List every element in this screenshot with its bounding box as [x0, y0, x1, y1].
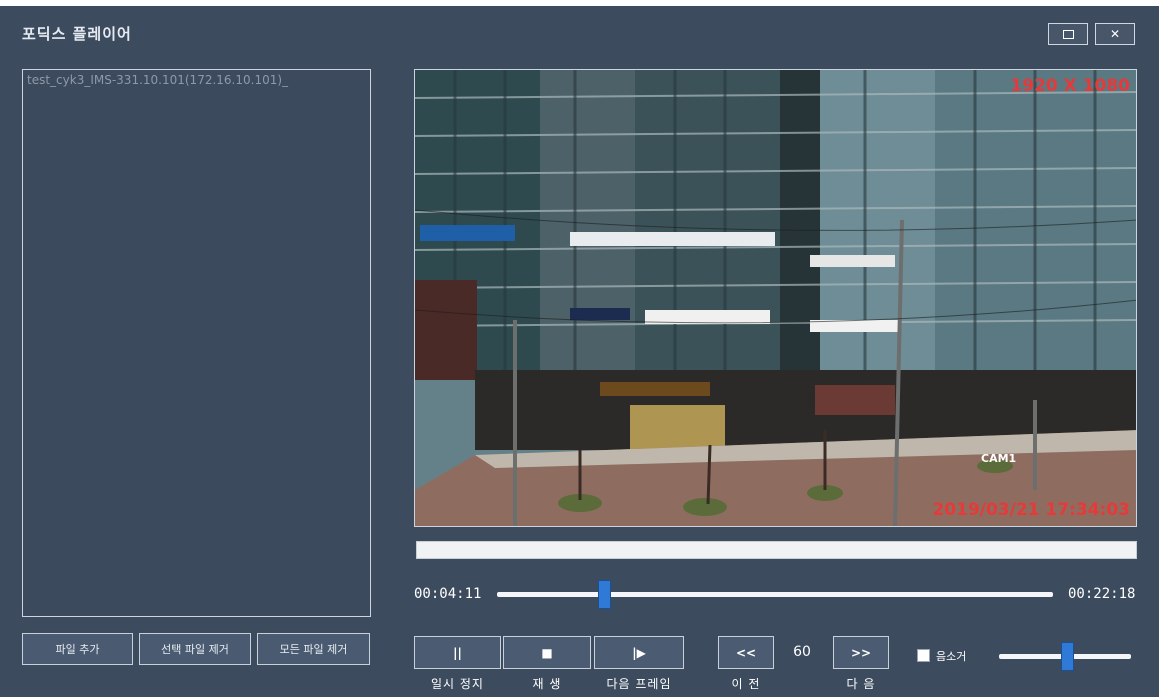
buffer-progress-bar [416, 541, 1137, 559]
next-frame-icon: |▶ [632, 645, 646, 660]
video-frame-image [415, 70, 1136, 526]
next-label: 다 음 [846, 677, 876, 691]
remove-selected-file-button[interactable]: 선택 파일 제거 [139, 633, 251, 665]
next-frame-button[interactable]: |▶ [594, 636, 684, 669]
close-icon: ✕ [1109, 27, 1121, 41]
frame-step-value: 60 [793, 644, 811, 660]
camera-label-overlay: CAM1 [981, 452, 1017, 465]
current-time: 00:04:11 [414, 586, 482, 602]
pause-label: 일시 정지 [431, 677, 484, 691]
window-title: 포딕스 플레이어 [22, 25, 132, 43]
fast-forward-icon: >> [850, 645, 872, 660]
remove-all-files-button[interactable]: 모든 파일 제거 [257, 633, 370, 665]
previous-button[interactable]: << [718, 636, 774, 669]
play-label: 재 생 [532, 677, 562, 691]
total-time: 00:22:18 [1068, 586, 1136, 602]
maximize-icon [1062, 29, 1074, 39]
mute-checkbox[interactable] [917, 649, 930, 662]
resolution-overlay: 1920 X 1080 [1010, 76, 1130, 96]
mute-label: 음소거 [936, 650, 967, 663]
close-button[interactable]: ✕ [1095, 23, 1135, 45]
video-view: 1920 X 1080 CAM1 2019/03/21 17:34:03 [414, 69, 1137, 527]
stop-icon: ■ [541, 645, 553, 660]
next-frame-label: 다음 프레임 [606, 677, 672, 691]
seek-slider-track[interactable] [497, 592, 1053, 597]
next-button[interactable]: >> [833, 636, 889, 669]
add-file-button[interactable]: 파일 추가 [22, 633, 133, 665]
pause-icon: || [453, 645, 462, 660]
timestamp-overlay: 2019/03/21 17:34:03 [932, 500, 1130, 520]
file-list-item[interactable]: test_cyk3_IMS-331.10.101(172.16.10.101)_ [23, 70, 370, 90]
file-list[interactable]: test_cyk3_IMS-331.10.101(172.16.10.101)_ [22, 69, 371, 617]
play-stop-button[interactable]: ■ [503, 636, 591, 669]
volume-slider-thumb[interactable] [1061, 642, 1074, 671]
pause-button[interactable]: || [414, 636, 501, 669]
maximize-button[interactable] [1048, 23, 1088, 45]
rewind-icon: << [735, 645, 757, 660]
seek-slider-thumb[interactable] [598, 580, 611, 609]
previous-label: 이 전 [731, 677, 761, 691]
